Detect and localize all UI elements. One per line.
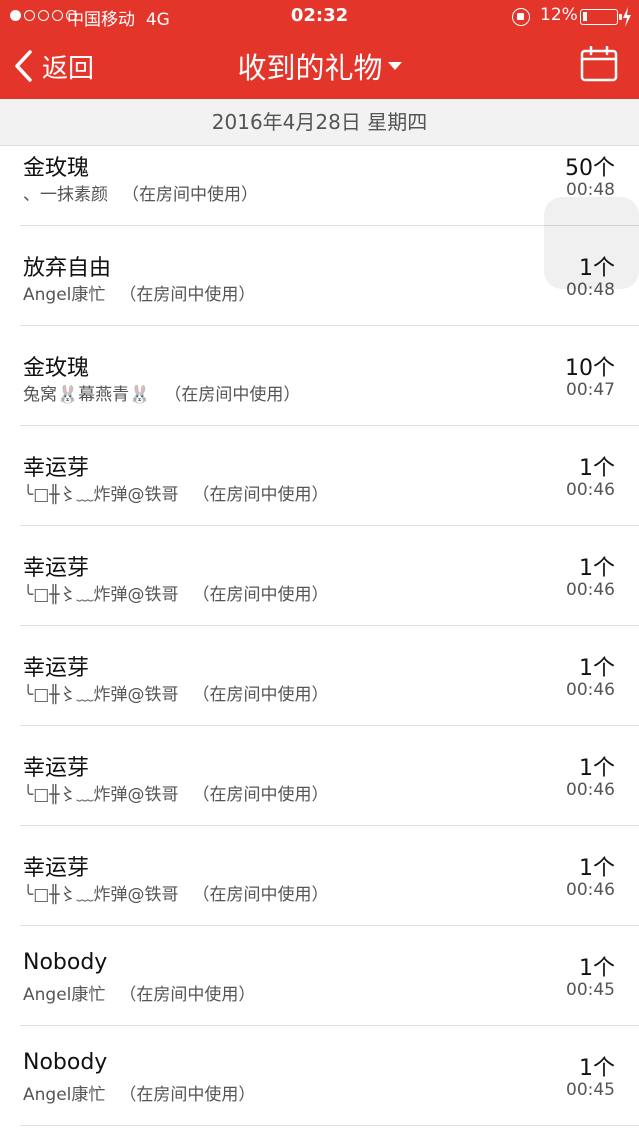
sender-name: Angel康忙 (23, 1085, 106, 1105)
gift-name: 金玫瑰 (23, 156, 90, 181)
gift-count: 1个 (579, 656, 615, 681)
gift-name: Nobody (23, 1050, 108, 1075)
gift-count: 1个 (579, 556, 615, 581)
gift-name: 放弃自由 (23, 256, 112, 281)
gift-row[interactable]: 金玫瑰兔窝🐰幕燕青🐰 （在房间中使用） 10个 00:47 (0, 326, 639, 426)
gift-name: Nobody (23, 950, 108, 975)
sender-name: ╰□╫〻﹏炸弹@铁哥 (23, 885, 179, 905)
sender-line: 兔窝🐰幕燕青🐰 （在房间中使用） (23, 380, 300, 405)
title-dropdown[interactable]: 收到的礼物 (0, 46, 639, 86)
usage-note: （在房间中使用） (192, 685, 329, 705)
gift-row[interactable]: Nobody Angel康忙 （在房间中使用） 1个 00:45 (0, 1026, 639, 1126)
sender-name: ╰□╫〻﹏炸弹@铁哥 (23, 785, 179, 805)
gift-count: 1个 (579, 756, 615, 781)
charging-bolt-icon (623, 7, 631, 27)
gift-count: 10个 (565, 356, 615, 381)
gift-time: 00:47 (566, 380, 615, 400)
sender-line: Angel康忙 （在房间中使用） (23, 980, 255, 1005)
gift-list: 金玫瑰 、一抹素颜 （在房间中使用） 50个 00:48 放弃自由 Angel康忙 （在房间中… (0, 126, 639, 1134)
sender-line: ╰□╫〻﹏炸弹@铁哥 （在房间中使用） (23, 680, 329, 705)
battery-icon (580, 9, 622, 25)
gift-name: 幸运芽 (23, 756, 90, 781)
sender-name: ╰□╫〻﹏炸弹@铁哥 (23, 685, 179, 705)
gift-name: 幸运芽 (23, 556, 90, 581)
gift-row[interactable]: 幸运芽 ╰□╫〻﹏炸弹@铁哥 （在房间中使用） 1个 00:46 (0, 826, 639, 926)
gift-name: 幸运芽 (23, 656, 90, 681)
gift-time: 00:45 (566, 1080, 615, 1100)
gift-count: 1个 (579, 1056, 615, 1081)
calendar-icon[interactable] (580, 46, 618, 82)
gift-time: 00:46 (566, 580, 615, 600)
gift-count: 1个 (579, 856, 615, 881)
usage-note: （在房间中使用） (192, 785, 329, 805)
usage-note: （在房间中使用） (164, 385, 301, 405)
sender-line: Angel康忙 （在房间中使用） (23, 280, 255, 305)
caret-down-icon (387, 62, 402, 70)
status-bar: 中国移动 4G 02:32 12% (0, 0, 639, 34)
usage-note: （在房间中使用） (192, 885, 329, 905)
page-title: 收到的礼物 (237, 51, 383, 85)
sender-line: ╰□╫〻﹏炸弹@铁哥 （在房间中使用） (23, 880, 329, 905)
gift-time: 00:46 (566, 880, 615, 900)
usage-note: （在房间中使用） (192, 485, 329, 505)
sender-name: Angel康忙 (23, 285, 106, 305)
usage-note: （在房间中使用） (119, 985, 256, 1005)
sender-line: 、一抹素颜 （在房间中使用） (23, 180, 258, 205)
sender-line: ╰□╫〻﹏炸弹@铁哥 （在房间中使用） (23, 580, 329, 605)
sender-name: Angel康忙 (23, 985, 106, 1005)
row-divider (20, 1125, 639, 1126)
usage-note: （在房间中使用） (192, 585, 329, 605)
date-header: 2016年4月28日 星期四 (0, 99, 639, 146)
gift-count: 1个 (579, 956, 615, 981)
assistive-touch-button[interactable] (544, 197, 639, 289)
sender-name: ╰□╫〻﹏炸弹@铁哥 (23, 485, 179, 505)
sender-line: Angel康忙 （在房间中使用） (23, 1080, 255, 1105)
gift-time: 00:46 (566, 680, 615, 700)
navigation-bar: 返回 收到的礼物 (0, 34, 639, 99)
gift-time: 00:46 (566, 780, 615, 800)
gift-row[interactable]: Nobody Angel康忙 （在房间中使用） 1个 00:45 (0, 926, 639, 1026)
sender-line: ╰□╫〻﹏炸弹@铁哥 （在房间中使用） (23, 780, 329, 805)
sender-name: 、一抹素颜 (23, 185, 108, 205)
gift-row[interactable]: 幸运芽 ╰□╫〻﹏炸弹@铁哥 （在房间中使用） 1个 00:46 (0, 726, 639, 826)
battery-fill (583, 12, 587, 21)
usage-note: （在房间中使用） (119, 285, 256, 305)
sender-line: ╰□╫〻﹏炸弹@铁哥 （在房间中使用） (23, 480, 329, 505)
sender-name: ╰□╫〻﹏炸弹@铁哥 (23, 585, 179, 605)
gift-name: 金玫瑰 (23, 356, 90, 381)
gift-row[interactable]: 幸运芽 ╰□╫〻﹏炸弹@铁哥 （在房间中使用） 1个 00:46 (0, 426, 639, 526)
gift-name: 幸运芽 (23, 456, 90, 481)
gift-row[interactable]: 幸运芽 ╰□╫〻﹏炸弹@铁哥 （在房间中使用） 1个 00:46 (0, 526, 639, 626)
gift-time: 00:46 (566, 480, 615, 500)
gift-name: 幸运芽 (23, 856, 90, 881)
top-bar: 中国移动 4G 02:32 12% 返回 收到的礼物 (0, 0, 639, 99)
gift-row[interactable]: 幸运芽 ╰□╫〻﹏炸弹@铁哥 （在房间中使用） 1个 00:46 (0, 626, 639, 726)
usage-note: （在房间中使用） (122, 185, 258, 205)
gift-time: 00:45 (566, 980, 615, 1000)
sender-name: 兔窝🐰幕燕青🐰 (23, 385, 151, 405)
usage-note: （在房间中使用） (119, 1085, 256, 1105)
battery-percent: 12% (540, 5, 578, 25)
orientation-lock-icon (512, 8, 530, 26)
gift-count: 1个 (579, 456, 615, 481)
gift-count: 50个 (565, 156, 615, 181)
